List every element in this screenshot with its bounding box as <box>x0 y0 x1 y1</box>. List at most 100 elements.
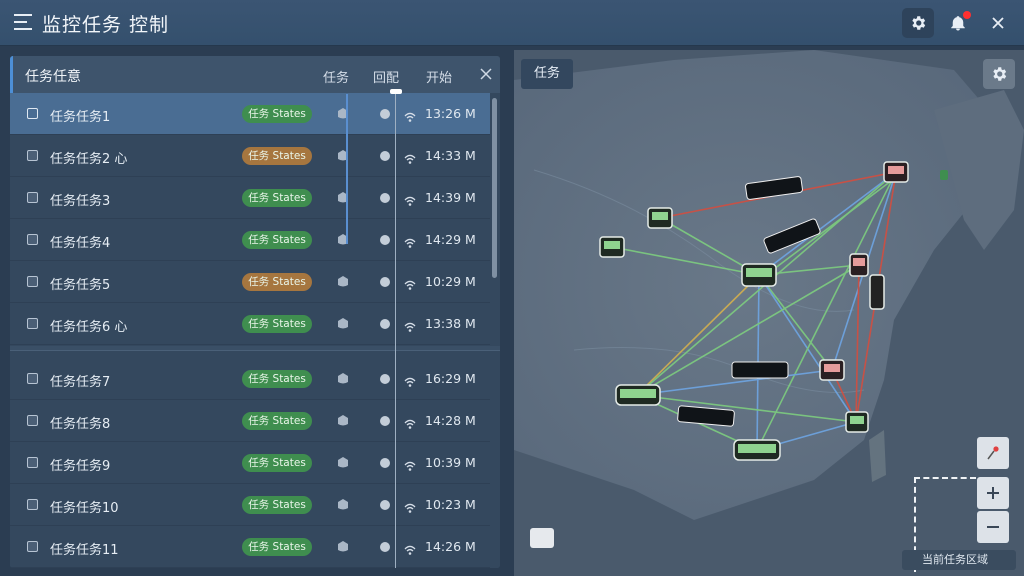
status-badge: 任务 States <box>242 105 312 123</box>
zoom-out-button[interactable] <box>977 511 1009 543</box>
assign-icon[interactable] <box>335 454 351 470</box>
task-time: 14:33 M <box>425 148 476 163</box>
map-pin-button[interactable] <box>977 437 1009 469</box>
close-window-button[interactable] <box>982 8 1014 38</box>
status-badge: 任务 States <box>242 231 312 249</box>
task-checkbox[interactable] <box>27 499 38 510</box>
status-badge: 任务 States <box>242 538 312 556</box>
timeline-handle[interactable] <box>390 89 402 94</box>
assign-icon[interactable] <box>335 189 351 205</box>
task-checkbox[interactable] <box>27 276 38 287</box>
column-header-start[interactable]: 开始 <box>426 67 452 86</box>
signal-icon <box>404 276 416 290</box>
task-time: 10:29 M <box>425 274 476 289</box>
map-settings-button[interactable] <box>983 59 1015 89</box>
task-name: 任务任务8 <box>50 417 111 432</box>
timeline-node <box>380 235 390 245</box>
map-region-selector[interactable]: 当前任务区域 <box>902 550 1016 570</box>
signal-icon <box>404 457 416 471</box>
vehicle-marker <box>869 274 885 310</box>
signal-icon <box>404 234 416 248</box>
map-legend-button[interactable] <box>530 528 554 548</box>
status-badge: 任务 States <box>242 147 312 165</box>
task-row[interactable]: 任务任务7 任务 States 16:29 M <box>10 358 490 400</box>
task-checkbox[interactable] <box>27 373 38 384</box>
timeline-line <box>395 93 396 568</box>
signal-icon <box>404 499 416 513</box>
timeline-node <box>380 500 390 510</box>
app-title: 监控任务 控制 <box>42 14 170 36</box>
signal-icon <box>404 318 416 332</box>
assign-icon[interactable] <box>335 538 351 554</box>
column-header-assign[interactable]: 回配 <box>373 67 399 86</box>
title-bar: 监控任务 控制 <box>0 0 1024 46</box>
assign-icon[interactable] <box>335 315 351 331</box>
notifications-button[interactable] <box>942 8 974 38</box>
task-checkbox[interactable] <box>27 318 38 329</box>
assign-icon[interactable] <box>335 496 351 512</box>
assign-icon[interactable] <box>335 273 351 289</box>
settings-icon <box>993 67 1007 81</box>
task-row[interactable]: 任务任务1 任务 States 13:26 M <box>10 93 490 135</box>
task-time: 13:38 M <box>425 316 476 331</box>
task-checkbox[interactable] <box>27 108 38 119</box>
assign-icon[interactable] <box>335 147 351 163</box>
task-time: 14:26 M <box>425 539 476 554</box>
map-panel[interactable]: 任务 当前任务区域 <box>514 50 1024 576</box>
task-time: 10:39 M <box>425 455 476 470</box>
zoom-out-icon <box>987 526 999 528</box>
status-badge: 任务 States <box>242 454 312 472</box>
task-checkbox[interactable] <box>27 541 38 552</box>
map-region-label: 当前任务区域 <box>922 553 988 566</box>
task-time: 13:26 M <box>425 106 476 121</box>
signal-icon <box>404 192 416 206</box>
task-name: 任务任务3 <box>50 194 111 209</box>
task-list-scrollbar[interactable] <box>492 98 497 278</box>
status-badge: 任务 States <box>242 370 312 388</box>
menu-icon[interactable] <box>14 14 32 30</box>
task-checkbox[interactable] <box>27 415 38 426</box>
settings-button[interactable] <box>902 8 934 38</box>
column-header-task[interactable]: 任务 <box>323 67 349 86</box>
task-row[interactable]: 任务任务5 任务 States 10:29 M <box>10 261 490 303</box>
task-row[interactable]: 任务任务2 心 任务 States 14:33 M <box>10 135 490 177</box>
notification-dot <box>963 11 971 19</box>
zoom-in-icon <box>987 487 999 499</box>
task-name: 任务任务2 心 <box>50 152 128 167</box>
close-panel-icon[interactable] <box>479 67 493 81</box>
task-row[interactable]: 任务任务3 任务 States 14:39 M <box>10 177 490 219</box>
signal-icon <box>404 541 416 555</box>
status-badge: 任务 States <box>242 189 312 207</box>
task-name: 任务任务9 <box>50 459 111 474</box>
assign-icon[interactable] <box>335 231 351 247</box>
task-checkbox[interactable] <box>27 234 38 245</box>
task-name: 任务任务6 心 <box>50 320 128 335</box>
timeline-node <box>380 319 390 329</box>
task-panel: 任务任意 任务 回配 开始 任务任务1 任务 States 13:26 M 任务任务2… <box>10 56 500 568</box>
task-row[interactable]: 任务任务9 任务 States 10:39 M <box>10 442 490 484</box>
timeline-node <box>380 151 390 161</box>
timeline-node <box>380 416 390 426</box>
task-time: 14:29 M <box>425 232 476 247</box>
task-checkbox[interactable] <box>27 192 38 203</box>
assign-icon[interactable] <box>335 105 351 121</box>
map-tab[interactable]: 任务 <box>521 59 573 89</box>
task-checkbox[interactable] <box>27 457 38 468</box>
status-badge: 任务 States <box>242 273 312 291</box>
task-row[interactable]: 任务任务4 任务 States 14:29 M <box>10 219 490 261</box>
task-name: 任务任务1 <box>50 110 111 125</box>
close-icon <box>992 17 1004 29</box>
task-name: 任务任务10 <box>50 501 119 516</box>
task-row[interactable]: 任务任务8 任务 States 14:28 M <box>10 400 490 442</box>
signal-icon <box>404 150 416 164</box>
zoom-in-button[interactable] <box>977 477 1009 509</box>
task-row[interactable]: 任务任务6 心 任务 States 13:38 M <box>10 303 490 345</box>
task-time: 10:23 M <box>425 497 476 512</box>
task-row[interactable]: 任务任务11 任务 States 14:26 M <box>10 526 490 568</box>
task-checkbox[interactable] <box>27 150 38 161</box>
task-row[interactable]: 任务任务10 任务 States 10:23 M <box>10 484 490 526</box>
assign-icon[interactable] <box>335 412 351 428</box>
task-group-2: 任务任务7 任务 States 16:29 M 任务任务8 任务 States 14:28… <box>10 350 500 568</box>
task-name: 任务任务4 <box>50 236 111 251</box>
assign-icon[interactable] <box>335 370 351 386</box>
